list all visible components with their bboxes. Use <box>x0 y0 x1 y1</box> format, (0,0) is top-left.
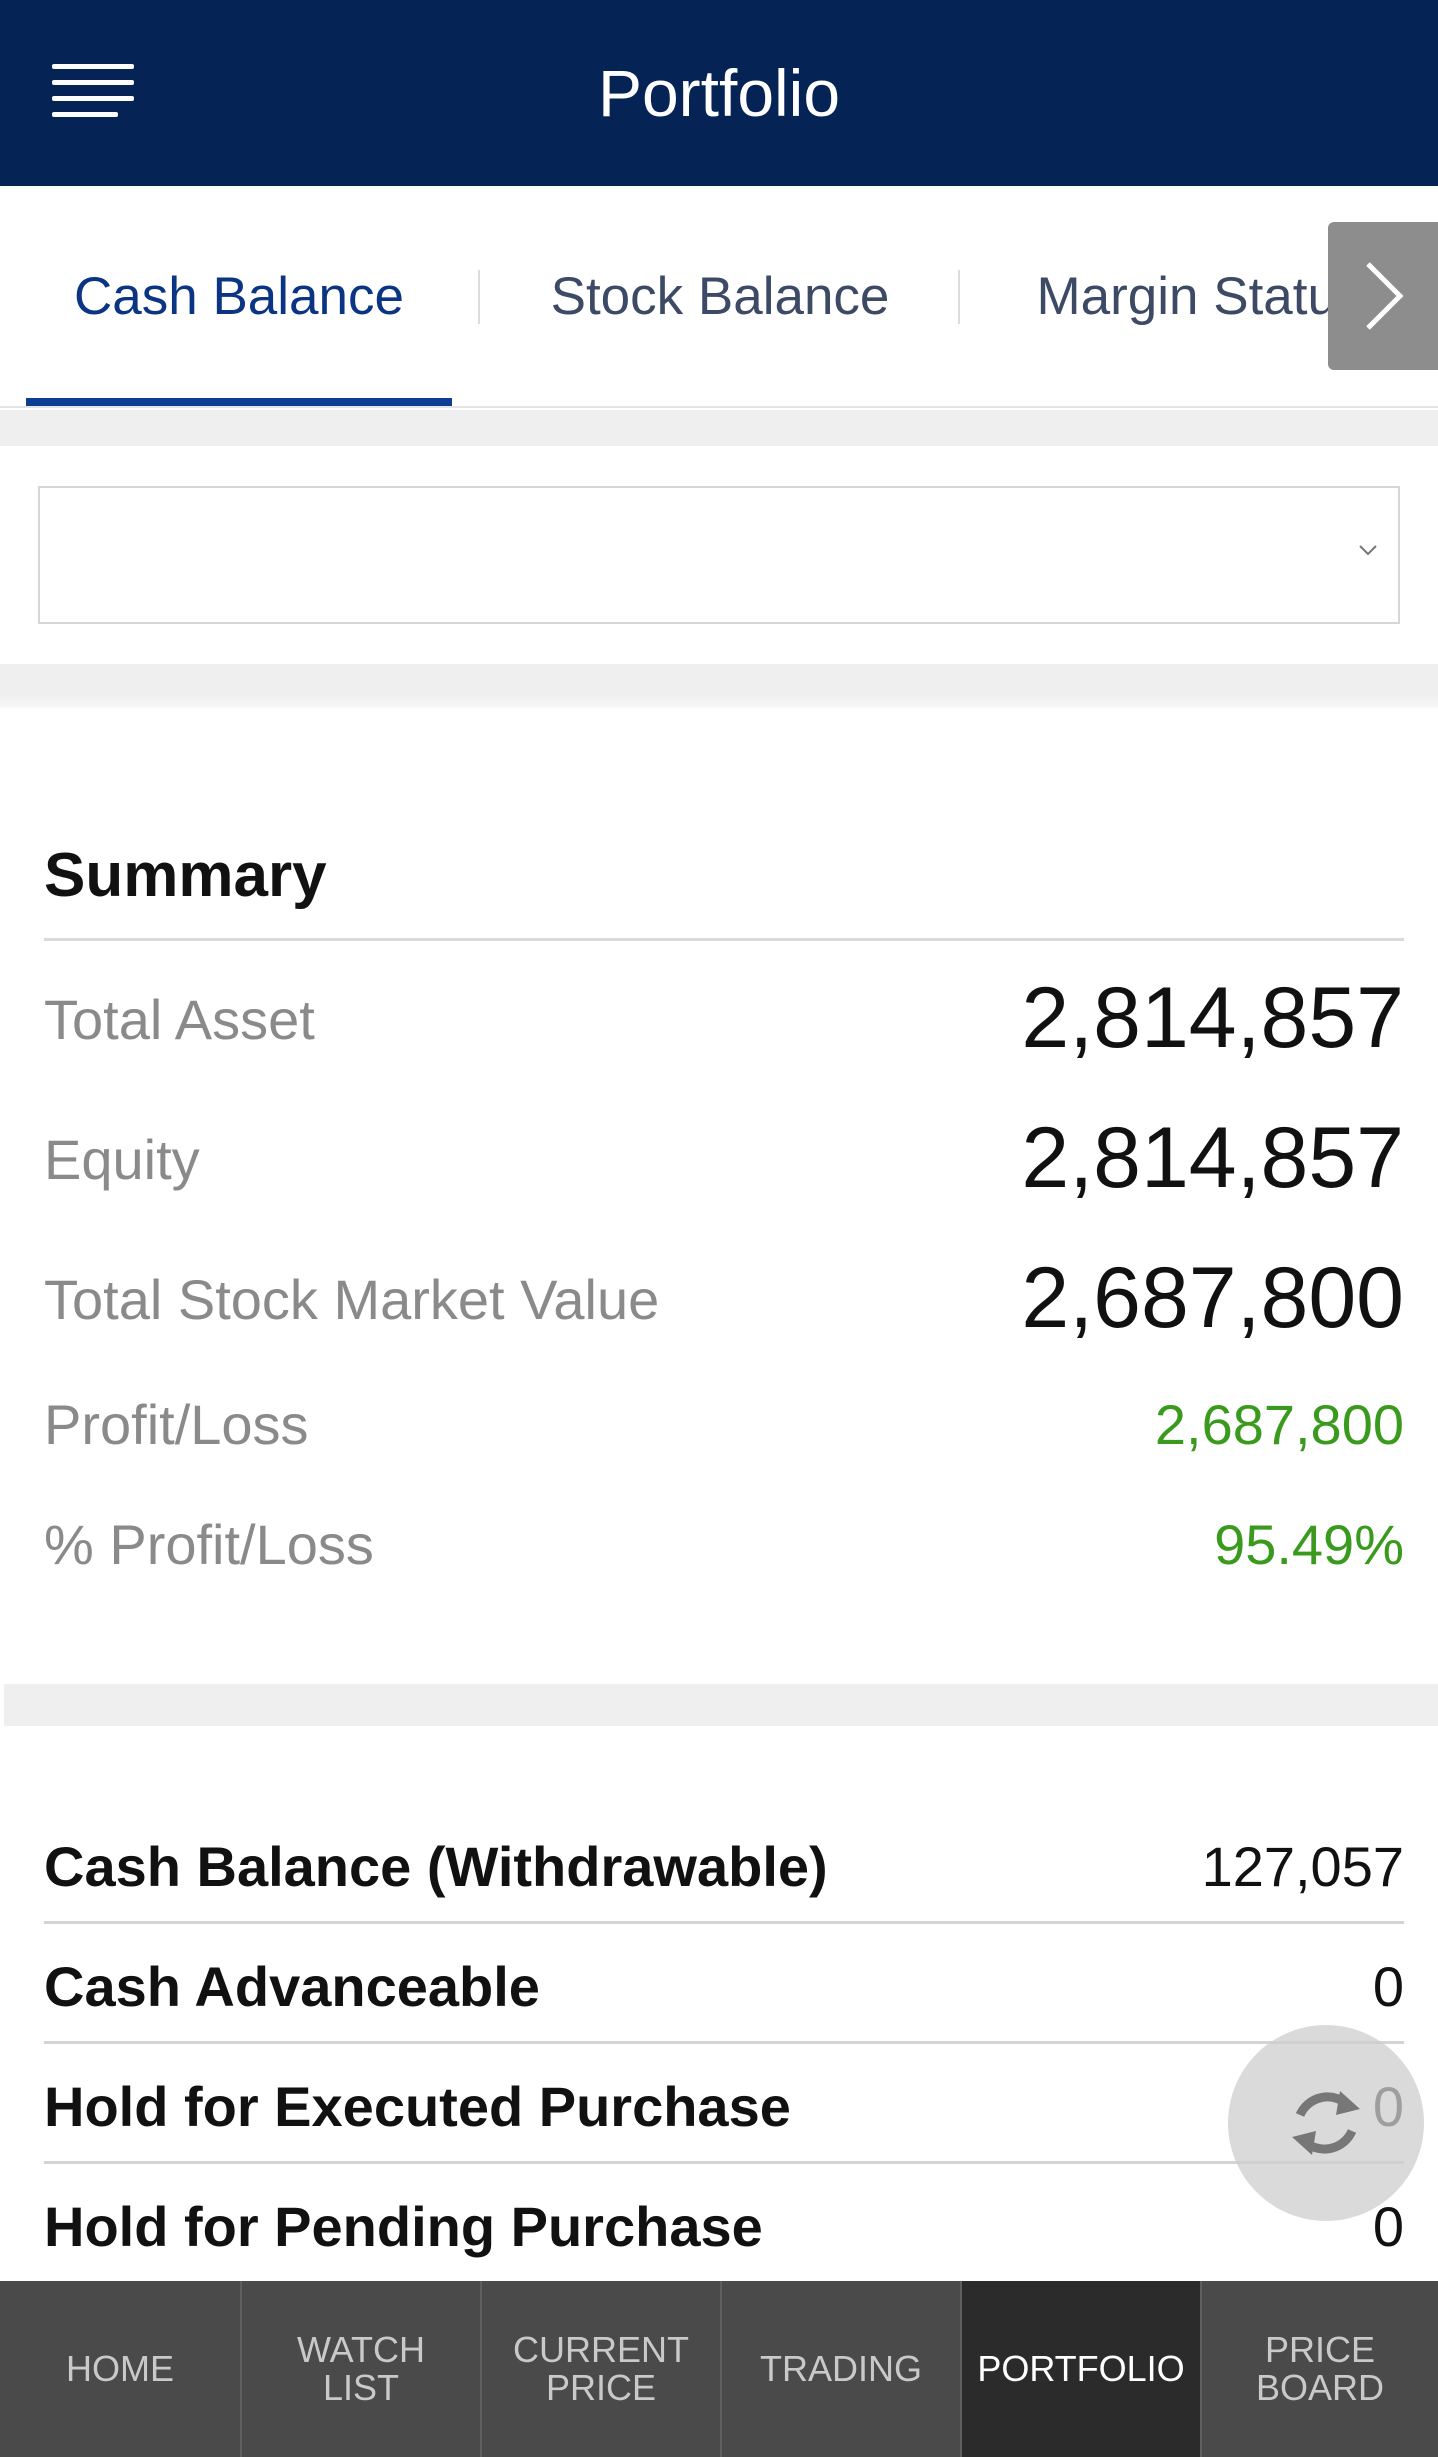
refresh-button[interactable] <box>1228 2025 1424 2221</box>
summary-value: 2,687,800 <box>1154 1393 1404 1456</box>
cash-value: 127,057 <box>1201 1835 1404 1898</box>
cash-label: Cash Advanceable <box>44 1955 540 2018</box>
section-divider <box>4 1684 1438 1726</box>
tab-divider <box>478 270 480 324</box>
summary-value: 2,687,800 <box>1021 1250 1404 1346</box>
cash-label: Hold for Pending Purchase <box>44 2195 763 2258</box>
section-divider <box>0 410 1438 446</box>
hamburger-menu-icon[interactable] <box>52 58 136 128</box>
app-header: Portfolio <box>0 0 1438 186</box>
refresh-icon <box>1292 2091 1360 2155</box>
summary-row-total-asset: Total Asset 2,814,857 <box>44 970 1404 1075</box>
summary-label: % Profit/Loss <box>44 1513 374 1576</box>
nav-portfolio[interactable]: PORTFOLIO <box>962 2281 1202 2457</box>
summary-label: Total Asset <box>44 988 315 1051</box>
summary-label: Equity <box>44 1128 200 1191</box>
nav-price-board[interactable]: PRICE BOARD <box>1202 2281 1438 2457</box>
bottom-navigation: HOME WATCH LIST CURRENT PRICE TRADING PO… <box>0 2281 1438 2457</box>
active-tab-indicator <box>26 398 452 406</box>
summary-label: Total Stock Market Value <box>44 1268 660 1331</box>
cash-row-hold-pending-purchase: Hold for Pending Purchase 0 <box>44 2164 1404 2284</box>
summary-divider <box>44 938 1404 941</box>
chevron-down-icon <box>1359 545 1377 556</box>
tab-stock-balance[interactable]: Stock Balance <box>482 186 958 408</box>
summary-row-percent-profit-loss: % Profit/Loss 95.49% <box>44 1512 1404 1592</box>
cash-row-advanceable: Cash Advanceable 0 <box>44 1924 1404 2044</box>
page-title: Portfolio <box>597 56 841 130</box>
cash-row-withdrawable: Cash Balance (Withdrawable) 127,057 <box>44 1804 1404 1924</box>
cash-row-hold-executed-purchase: Hold for Executed Purchase 0 <box>44 2044 1404 2164</box>
cash-label: Hold for Executed Purchase <box>44 2075 791 2138</box>
summary-value: 2,814,857 <box>1021 1110 1404 1206</box>
section-divider <box>0 664 1438 708</box>
cash-label: Cash Balance (Withdrawable) <box>44 1835 828 1898</box>
nav-trading[interactable]: TRADING <box>722 2281 962 2457</box>
nav-current-price[interactable]: CURRENT PRICE <box>482 2281 722 2457</box>
summary-value: 95.49% <box>1214 1513 1404 1576</box>
summary-title: Summary <box>44 841 327 910</box>
tab-cash-balance[interactable]: Cash Balance <box>26 186 452 408</box>
summary-label: Profit/Loss <box>44 1393 309 1456</box>
cash-value: 0 <box>1372 1955 1404 2018</box>
summary-row-total-stock-market-value: Total Stock Market Value 2,687,800 <box>44 1250 1404 1355</box>
nav-watch-list[interactable]: WATCH LIST <box>242 2281 482 2457</box>
chevron-right-icon <box>1366 262 1404 330</box>
tab-scroll-next-button[interactable] <box>1328 222 1438 370</box>
summary-row-equity: Equity 2,814,857 <box>44 1110 1404 1215</box>
portfolio-tabs: Cash Balance Stock Balance Margin Status <box>0 186 1438 408</box>
summary-row-profit-loss: Profit/Loss 2,687,800 <box>44 1392 1404 1472</box>
account-select[interactable] <box>38 486 1400 624</box>
tab-divider <box>958 270 960 324</box>
nav-home[interactable]: HOME <box>0 2281 242 2457</box>
summary-value: 2,814,857 <box>1021 970 1404 1066</box>
